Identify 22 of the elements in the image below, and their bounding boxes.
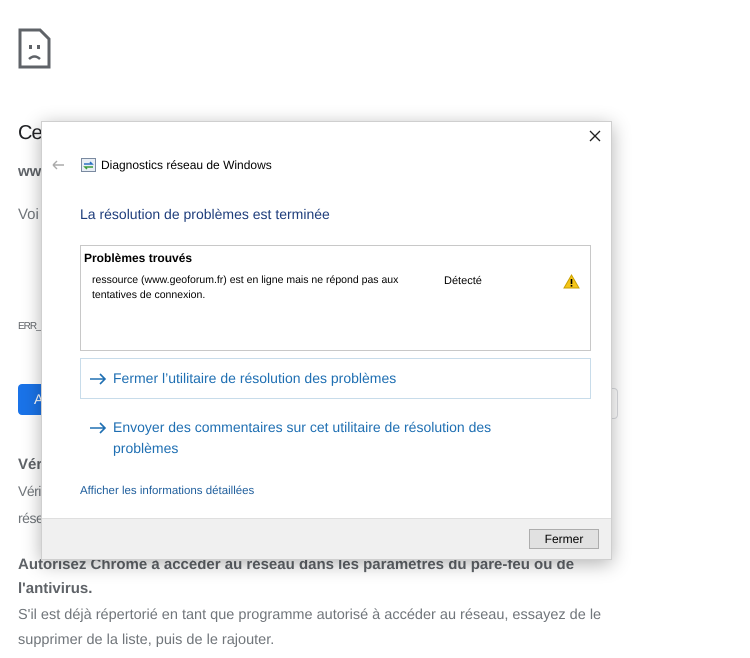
site-address: ww	[18, 162, 42, 182]
sad-page-icon	[18, 28, 51, 69]
problems-title: Problèmes trouvés	[84, 250, 192, 267]
arrow-icon	[89, 373, 107, 385]
close-button[interactable]: Fermer	[529, 529, 599, 549]
dialog-heading: La résolution de problèmes est terminée	[80, 205, 330, 224]
page-heading: Ce	[18, 121, 42, 146]
dialog-title: Diagnostics réseau de Windows	[101, 157, 272, 174]
action-link[interactable]: Fermer l’utilitaire de résolution des problèmes	[80, 358, 591, 399]
description-text: Voi	[18, 204, 39, 224]
action-link[interactable]: Envoyer des commentaires sur cet utilitaire de résolution des problèmes	[80, 407, 591, 469]
warning-icon	[563, 274, 580, 289]
close-icon[interactable]	[589, 130, 601, 142]
section-text: S'il est déjà répertorié en tant que programme autorisé à accéder au réseau, essayez de le supprimer de la liste, puis de le rajouter.	[18, 606, 602, 650]
problem-status: Détecté	[444, 274, 483, 289]
network-app-icon	[81, 158, 96, 172]
section-title: Vér	[18, 455, 42, 475]
arrow-icon	[89, 422, 107, 434]
problem-description: ressource (www.geoforum.fr) est en ligne mais ne répond pas aux tentatives de connexion.	[92, 273, 400, 303]
section-text: Véri	[18, 482, 41, 501]
error-code: ERR_	[18, 320, 41, 334]
details-link[interactable]: Afficher les informations détaillées	[80, 483, 254, 500]
